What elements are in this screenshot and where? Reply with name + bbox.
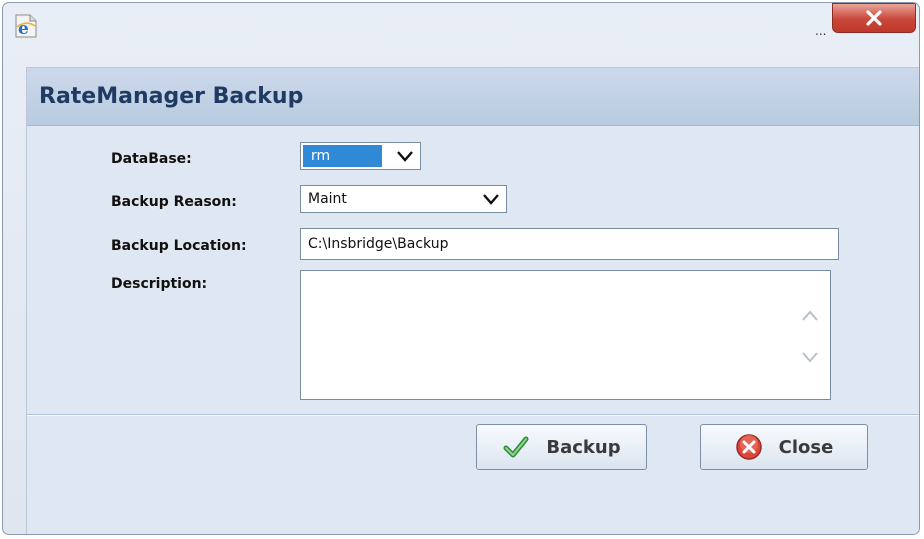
database-select[interactable]: rm (300, 142, 421, 170)
ie-icon: e (15, 14, 37, 38)
checkmark-icon (503, 436, 529, 458)
window-close-button[interactable] (832, 3, 916, 33)
backup-location-input[interactable]: C:\Insbridge\Backup (300, 228, 839, 260)
description-label: Description: (111, 276, 208, 292)
description-textarea[interactable] (300, 270, 831, 400)
backup-location-label: Backup Location: (111, 238, 247, 254)
close-button[interactable]: Close (700, 424, 868, 470)
chevron-down-icon (483, 194, 499, 205)
backup-reason-select[interactable]: Maint (300, 185, 507, 213)
dialog-content: RateManager Backup DataBase: rm Backup R… (26, 67, 919, 534)
dialog-header: RateManager Backup (27, 68, 919, 126)
scroll-up-icon[interactable] (800, 307, 820, 323)
database-value: rm (311, 148, 331, 164)
backup-button[interactable]: Backup (476, 424, 647, 470)
titlebar: e ... (3, 3, 919, 43)
close-circle-icon (735, 434, 762, 460)
scroll-down-icon[interactable] (800, 349, 820, 365)
database-label: DataBase: (111, 151, 192, 167)
titlebar-ellipsis: ... (815, 24, 827, 38)
backup-reason-label: Backup Reason: (111, 194, 237, 210)
dialog-window: e ... RateManager Backup DataBase: rm Ba… (2, 2, 920, 535)
footer-divider-highlight (27, 415, 919, 416)
chevron-down-icon (397, 151, 413, 162)
backup-button-label: Backup (546, 436, 621, 458)
close-button-label: Close (778, 436, 834, 458)
backup-reason-value: Maint (308, 191, 347, 207)
svg-text:e: e (18, 19, 29, 38)
close-icon (866, 10, 882, 26)
dialog-title: RateManager Backup (39, 84, 304, 109)
